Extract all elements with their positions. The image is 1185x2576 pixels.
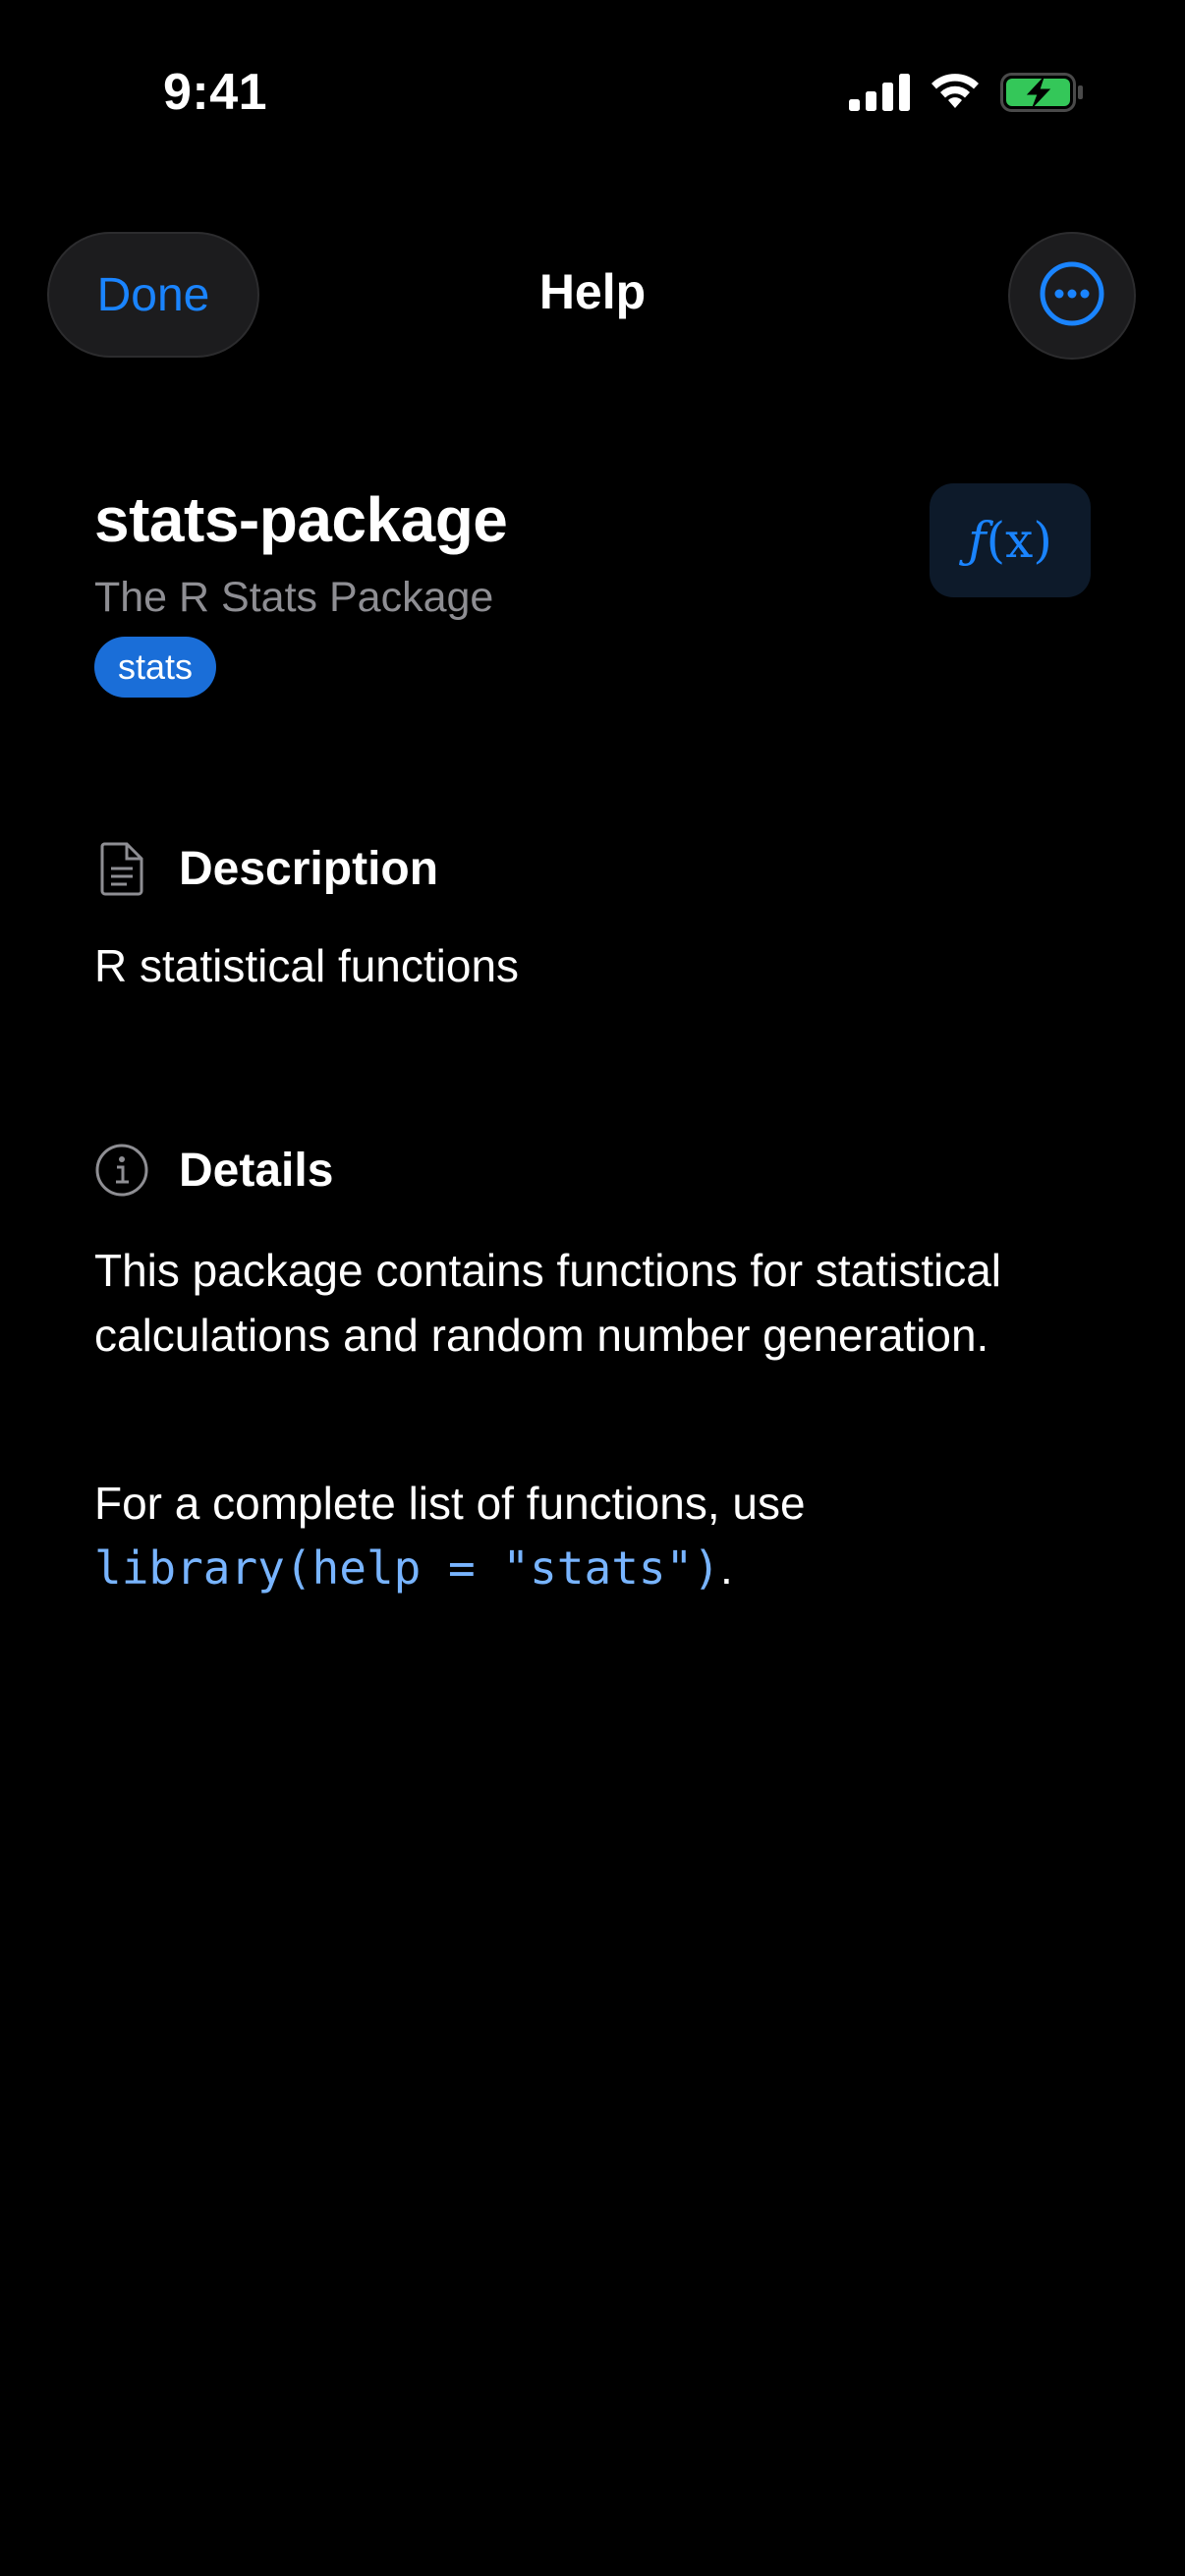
details-paragraph-2-suffix: . [719,1542,733,1594]
library-help-code[interactable]: library(help = "stats") [94,1541,720,1595]
document-icon [94,841,149,896]
status-time: 9:41 [163,64,268,121]
package-subtitle: The R Stats Package [94,574,494,621]
description-heading: Description [179,842,439,895]
battery-charging-icon [1000,73,1083,117]
function-button[interactable]: ƒ (x) [930,483,1091,597]
function-x-glyph: (x) [986,512,1052,569]
details-paragraph-1: This package contains functions for stat… [94,1245,1002,1361]
package-name: stats-package [94,484,508,555]
package-tag-badge[interactable]: stats [94,637,217,698]
ellipsis-circle-icon [1039,260,1105,332]
info-circle-icon [94,1143,149,1198]
details-section-header: Details [94,1143,333,1198]
details-heading: Details [179,1144,334,1197]
description-section-header: Description [94,841,438,896]
function-f-glyph: ƒ [968,512,987,569]
status-bar: 9:41 [0,0,1185,187]
status-icons [849,73,1083,117]
details-paragraph-2-prefix: For a complete list of functions, use [94,1478,806,1529]
more-options-button[interactable] [1008,232,1136,360]
cellular-signal-icon [849,74,910,116]
description-text: R statistical functions [94,940,520,991]
details-paragraph-2: For a complete list of functions, use li… [94,1471,1087,1600]
wifi-icon [928,73,983,117]
